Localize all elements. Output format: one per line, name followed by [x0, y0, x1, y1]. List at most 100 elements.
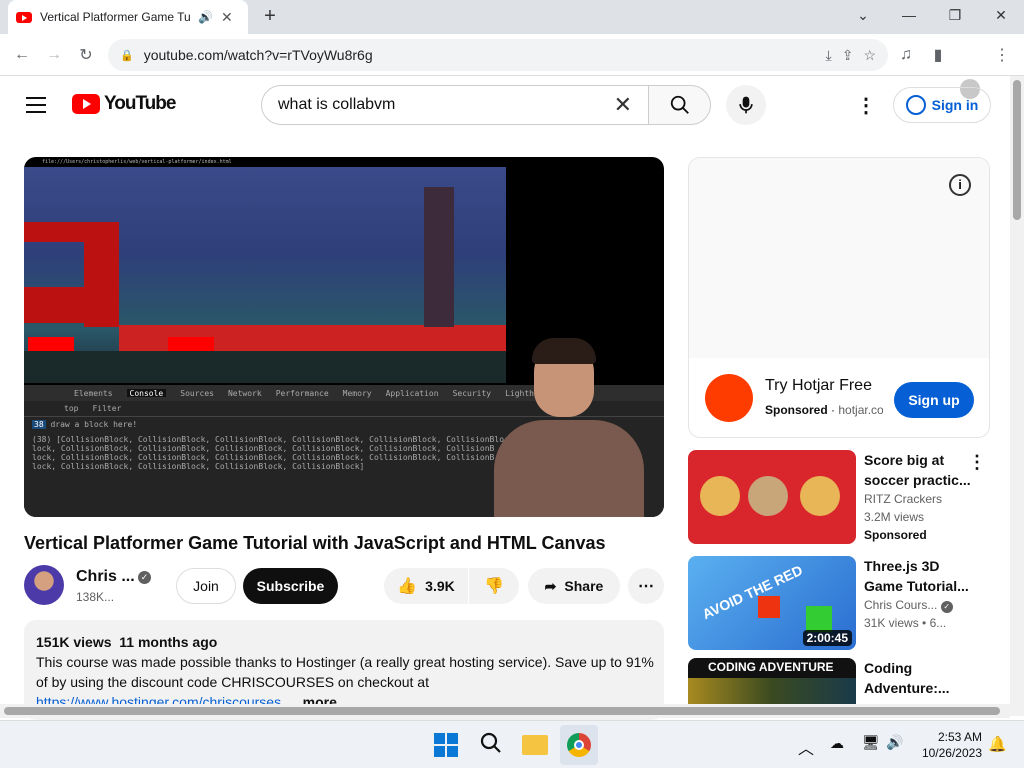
search-input[interactable]: what is collabvm ✕ — [261, 85, 649, 125]
chrome-menu-icon[interactable]: ⋮ — [988, 41, 1016, 69]
video-thumbnail[interactable]: CODING ADVENTURE — [688, 658, 856, 704]
ad-title: Try Hotjar Free — [765, 377, 872, 394]
share-label: Share — [564, 578, 604, 594]
address-bar[interactable]: 🔒 youtube.com/watch?v=rTVoyWu8r6g ⤓ ⇪ ☆ — [108, 39, 888, 71]
back-arrow-icon[interactable]: ← — [8, 41, 36, 69]
rec-title-line-2: Game Tutorial... — [864, 578, 969, 594]
tab-title: Vertical Platformer Game Tu — [40, 10, 190, 24]
chrome-taskbar-icon[interactable] — [560, 725, 598, 765]
rec-title-line-2: soccer practic... — [864, 472, 971, 488]
verified-check-icon: ✓ — [138, 571, 151, 584]
recommendation-item[interactable]: AVOID THE RED 2:00:45 Three.js 3D Game T… — [688, 556, 990, 650]
media-control-icon[interactable]: ♫ — [892, 41, 920, 69]
thumb-text: AVOID THE RED — [699, 561, 805, 623]
forward-arrow-icon[interactable]: → — [40, 41, 68, 69]
join-button[interactable]: Join — [176, 568, 236, 604]
ad-domain: hotjar.co — [838, 403, 883, 417]
minimize-button[interactable]: — — [886, 0, 932, 30]
recommendation-item[interactable]: Score big at soccer practic... RITZ Crac… — [688, 450, 990, 544]
youtube-favicon-icon — [16, 11, 32, 23]
browser-toolbar: ← → ↻ 🔒 youtube.com/watch?v=rTVoyWu8r6g … — [0, 34, 1024, 99]
youtube-logo[interactable]: YouTube — [72, 93, 176, 115]
voice-search-button[interactable] — [726, 85, 766, 125]
account-circle-icon — [905, 95, 926, 115]
vertical-scrollbar[interactable] — [1010, 76, 1024, 716]
sign-in-button[interactable]: Sign in — [893, 87, 991, 123]
devtools-file-path: file:///Users/christopherlis/web/vertica… — [42, 159, 232, 165]
ad-card[interactable]: i Try Hotjar Free Sponsored · hotjar.co … — [688, 157, 990, 438]
close-window-button[interactable]: ✕ — [978, 0, 1024, 30]
ad-media — [689, 158, 989, 358]
chevron-up-icon[interactable]: ︿ — [798, 735, 814, 759]
clear-search-icon[interactable]: ✕ — [614, 92, 632, 118]
video-thumbnail[interactable] — [688, 450, 856, 544]
lock-icon: 🔒 — [120, 49, 134, 62]
network-icon[interactable]: 🖥 — [862, 734, 880, 751]
search-icon — [670, 95, 689, 114]
like-button[interactable]: 👍 3.9K — [384, 568, 468, 604]
thumb-text: CODING ADVENTURE — [708, 660, 834, 674]
new-tab-button[interactable]: + — [258, 4, 282, 28]
reload-icon[interactable]: ↻ — [72, 41, 100, 69]
rec-title-line-1: Score big at — [864, 452, 945, 468]
description-line-1: This course was made possible thanks to … — [36, 654, 654, 670]
game-canvas — [24, 167, 506, 383]
clock-time[interactable]: 2:53 AM — [932, 730, 982, 744]
clock-date[interactable]: 10/26/2023 — [920, 746, 982, 760]
settings-kebab-icon[interactable]: ⋮ — [856, 93, 876, 118]
tab-search-chevron-icon[interactable]: ⌄ — [840, 0, 886, 30]
cloud-status-icon[interactable]: ☁ — [830, 735, 844, 752]
search-button[interactable] — [648, 85, 711, 125]
side-panel-icon[interactable]: ▮ — [924, 41, 952, 69]
channel-name[interactable]: Chris ... — [76, 568, 135, 586]
rec-kebab-icon[interactable]: ⋮ — [968, 452, 986, 473]
tab-close-icon[interactable]: ✕ — [221, 9, 233, 26]
rec-views: 3.2M views — [864, 510, 925, 524]
speaker-icon[interactable]: 🔊 — [198, 10, 213, 24]
install-icon[interactable]: ⤓ — [826, 47, 832, 64]
description-line-2: of by using the discount code CHRISCOURS… — [36, 674, 429, 690]
presenter-image — [494, 332, 654, 517]
rec-sponsored: Sponsored — [864, 528, 927, 542]
share-page-icon[interactable]: ⇪ — [842, 47, 854, 64]
file-explorer-icon[interactable] — [522, 735, 548, 755]
video-player[interactable]: file:///Users/christopherlis/web/vertica… — [24, 157, 664, 517]
subscriber-count: 138K... — [76, 590, 115, 604]
thumbs-down-icon: 👎 — [484, 578, 504, 595]
video-duration: 2:00:45 — [802, 630, 852, 646]
notification-bell-icon[interactable]: 🔔 — [988, 735, 1007, 753]
rec-views: 31K views — [864, 616, 919, 630]
bookmark-star-icon[interactable]: ☆ — [863, 47, 876, 64]
browser-tab-strip: Vertical Platformer Game Tu 🔊 ✕ + ⌄ — ❐ … — [0, 0, 1024, 34]
subscribe-button[interactable]: Subscribe — [243, 568, 338, 604]
ad-info-icon[interactable]: i — [949, 174, 971, 196]
windows-taskbar: ︿ ☁ 🖥 🔊 2:53 AM 10/26/2023 🔔 — [0, 720, 1024, 768]
windows-start-icon[interactable] — [434, 733, 458, 757]
rec-title-line-1: Three.js 3D — [864, 558, 940, 574]
search-query-text: what is collabvm — [278, 96, 396, 113]
horizontal-scrollbar[interactable] — [0, 704, 1010, 718]
thumbs-up-icon: 👍 — [397, 578, 418, 595]
video-title: Vertical Platformer Game Tutorial with J… — [24, 533, 606, 553]
youtube-play-icon — [72, 94, 100, 114]
taskbar-search-icon[interactable] — [479, 731, 503, 760]
share-button[interactable]: ➦ Share — [528, 568, 620, 604]
ad-signup-button[interactable]: Sign up — [894, 382, 974, 418]
sign-in-label: Sign in — [931, 97, 979, 113]
dislike-button[interactable]: 👎 — [469, 568, 519, 604]
like-count: 3.9K — [425, 578, 455, 594]
volume-icon[interactable]: 🔊 — [886, 734, 903, 751]
channel-avatar[interactable] — [24, 565, 64, 605]
more-actions-button[interactable]: ⋯ — [628, 568, 664, 604]
recommendation-item[interactable]: CODING ADVENTURE Coding Adventure:... — [688, 658, 990, 704]
video-thumbnail[interactable]: AVOID THE RED 2:00:45 — [688, 556, 856, 650]
restore-button[interactable]: ❐ — [932, 0, 978, 30]
url-text: youtube.com/watch?v=rTVoyWu8r6g — [143, 47, 373, 63]
browser-tab[interactable]: Vertical Platformer Game Tu 🔊 ✕ — [8, 0, 248, 34]
rec-channel: RITZ Crackers — [864, 492, 942, 506]
rec-title-line-2: Adventure:... — [864, 680, 950, 696]
hotjar-logo-icon — [705, 374, 753, 422]
hamburger-menu-icon[interactable] — [26, 97, 46, 113]
ad-sponsored: Sponsored — [765, 403, 828, 417]
rec-channel: Chris Cours... — [864, 598, 938, 612]
